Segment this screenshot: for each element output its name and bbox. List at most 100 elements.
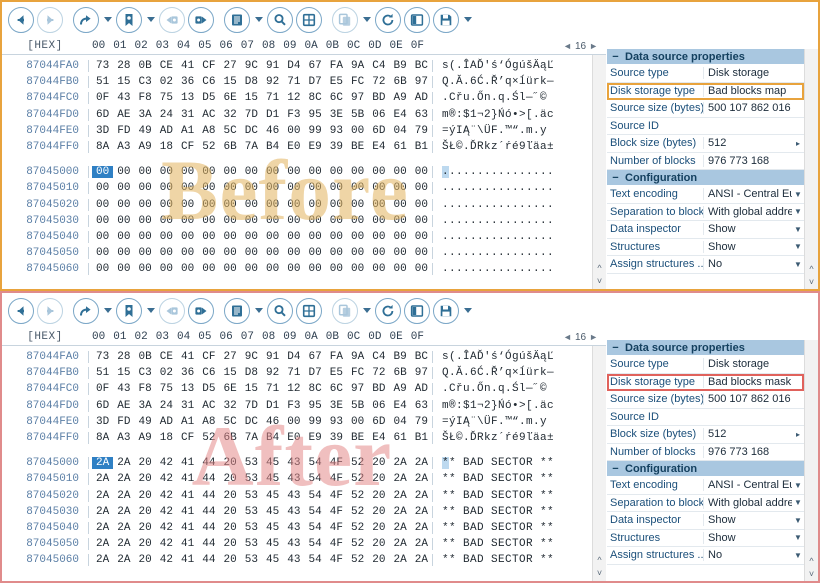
hex-byte-cell[interactable]: 00	[198, 182, 219, 194]
go-to-button[interactable]	[73, 6, 99, 33]
next-block-button[interactable]	[188, 297, 214, 324]
hex-byte-cell[interactable]: 15	[220, 367, 241, 379]
hex-byte-cell[interactable]: 20	[368, 538, 389, 550]
hex-byte-cell[interactable]: 00	[390, 166, 411, 178]
refresh-button[interactable]	[375, 297, 401, 324]
hex-byte-cell[interactable]: 44	[198, 522, 219, 534]
section-header-configuration[interactable]: − Configuration	[607, 461, 804, 477]
hex-byte-cell[interactable]: 2A	[390, 522, 411, 534]
ascii-text[interactable]: ** BAD SECTOR **	[432, 457, 592, 470]
hex-byte-cell[interactable]: 43	[113, 383, 134, 395]
property-value[interactable]: With global addre ▼	[703, 205, 804, 218]
hex-byte-cell[interactable]: D1	[262, 400, 283, 412]
hex-byte-cell[interactable]: 44	[198, 457, 219, 469]
hex-byte-cell[interactable]: 45	[262, 473, 283, 485]
chevron-down-icon[interactable]: ▼	[792, 190, 804, 199]
hex-byte-cell[interactable]: 20	[135, 554, 156, 566]
hex-byte-cell[interactable]: B9	[390, 351, 411, 363]
hex-byte-cell[interactable]: 00	[177, 166, 198, 178]
hex-byte-cell[interactable]: 00	[156, 215, 177, 227]
hex-byte-cell[interactable]: 42	[156, 538, 177, 550]
property-row[interactable]: Assign structures ... No ▼	[607, 547, 804, 565]
hex-byte-cell[interactable]: 44	[198, 538, 219, 550]
hex-byte-cell[interactable]: 97	[347, 92, 368, 104]
hex-byte-cell[interactable]: 00	[156, 199, 177, 211]
hex-byte-cell[interactable]: 7A	[241, 432, 262, 444]
hex-byte-cell[interactable]: 20	[368, 522, 389, 534]
stepper-left-icon[interactable]: ◄	[563, 41, 572, 51]
hex-byte-cell[interactable]: E4	[368, 141, 389, 153]
hex-byte-cell[interactable]: 52	[347, 473, 368, 485]
property-value[interactable]: 512 ▸	[703, 137, 804, 150]
property-value[interactable]: Show ▼	[703, 240, 804, 253]
hex-byte-cell[interactable]: 00	[283, 166, 304, 178]
stepper-right-icon[interactable]: ►	[589, 332, 598, 342]
hex-byte-cell[interactable]: 20	[135, 490, 156, 502]
hex-byte-cell[interactable]: 00	[305, 182, 326, 194]
hex-byte-cell[interactable]: 00	[241, 182, 262, 194]
hex-byte-cell[interactable]: 00	[283, 416, 304, 428]
hex-byte-cell[interactable]: 52	[347, 538, 368, 550]
hex-byte-cell[interactable]: 20	[368, 473, 389, 485]
hex-byte-cell[interactable]: D5	[198, 92, 219, 104]
chevron-down-icon[interactable]: ▼	[792, 207, 804, 216]
hex-byte-cell[interactable]: 00	[326, 199, 347, 211]
hex-byte-cell[interactable]: 00	[390, 231, 411, 243]
hex-byte-cell[interactable]: 45	[262, 538, 283, 550]
hex-byte-cell[interactable]: 00	[305, 166, 326, 178]
chevron-down-icon[interactable]: ▼	[792, 225, 804, 234]
hex-byte-cell[interactable]: 00	[92, 263, 113, 275]
hex-byte-cell[interactable]: 45	[262, 490, 283, 502]
hex-byte-cell[interactable]: 71	[283, 367, 304, 379]
hex-byte-cell[interactable]: 20	[220, 473, 241, 485]
hex-row[interactable]: 87045000 2A 2A 20 42 41 44 20 53 45 43 54 4F 52 20 2A 2A…	[2, 455, 592, 471]
hex-byte-cell[interactable]: E0	[283, 432, 304, 444]
hex-byte-cell[interactable]: 43	[113, 92, 134, 104]
hex-byte-cell[interactable]: 31	[177, 400, 198, 412]
hex-byte-cell[interactable]: 00	[92, 247, 113, 259]
hex-byte-cell[interactable]: 2A	[113, 473, 134, 485]
hex-byte-cell[interactable]: 00	[347, 247, 368, 259]
hex-byte-cell[interactable]: E0	[283, 141, 304, 153]
hex-byte-cell[interactable]: 5B	[347, 109, 368, 121]
hex-byte-cell[interactable]: 3D	[92, 125, 113, 137]
hex-byte-cell[interactable]: 00	[326, 166, 347, 178]
list-view-button[interactable]	[224, 6, 250, 33]
hex-byte-cell[interactable]: 43	[283, 522, 304, 534]
hex-byte-cell[interactable]: C4	[368, 351, 389, 363]
hex-byte-cell[interactable]: 20	[135, 473, 156, 485]
hex-byte-cell[interactable]: 00	[283, 263, 304, 275]
go-to-button[interactable]	[73, 297, 99, 324]
hex-byte-cell[interactable]: 00	[198, 231, 219, 243]
hex-byte-cell[interactable]: 28	[113, 60, 134, 72]
back-button[interactable]	[8, 297, 34, 324]
hex-byte-cell[interactable]: 06	[368, 400, 389, 412]
hex-byte-cell[interactable]: 41	[177, 538, 198, 550]
hex-byte-cell[interactable]: 41	[177, 457, 198, 469]
hex-byte-cell[interactable]: 00	[241, 231, 262, 243]
scroll-down-icon[interactable]: ˅	[593, 567, 606, 580]
hex-byte-cell[interactable]: AE	[113, 109, 134, 121]
hex-byte-cell[interactable]: 6D	[368, 125, 389, 137]
hex-byte-cell[interactable]: 00	[198, 166, 219, 178]
hex-byte-cell[interactable]: E4	[390, 400, 411, 412]
hex-byte-cell[interactable]: 91	[262, 60, 283, 72]
hex-byte-cell[interactable]: 00	[113, 247, 134, 259]
hex-byte-cell[interactable]: 2A	[92, 473, 113, 485]
scroll-up-icon[interactable]: ^	[593, 262, 606, 275]
hex-byte-cell[interactable]: 00	[305, 199, 326, 211]
hex-byte-cell[interactable]: 2A	[411, 506, 432, 518]
hex-byte-cell[interactable]: 00	[368, 182, 389, 194]
ascii-text[interactable]: ................	[432, 198, 592, 211]
hex-byte-cell[interactable]: FC	[347, 76, 368, 88]
hex-byte-cell[interactable]: 00	[156, 231, 177, 243]
properties-vertical-scrollbar[interactable]: ^ ˅	[804, 340, 818, 581]
hex-byte-cell[interactable]: 12	[283, 92, 304, 104]
ascii-text[interactable]: Q.Ă.6Ć.Ř’q×ĺürk—	[432, 367, 592, 380]
bookmark-chevron-down-icon[interactable]	[145, 7, 156, 33]
hex-byte-cell[interactable]: 00	[262, 247, 283, 259]
hex-byte-cell[interactable]: 52	[198, 141, 219, 153]
hex-byte-cell[interactable]: 27	[220, 351, 241, 363]
hex-byte-cell[interactable]: 6D	[92, 400, 113, 412]
hex-byte-cell[interactable]: 8A	[92, 141, 113, 153]
